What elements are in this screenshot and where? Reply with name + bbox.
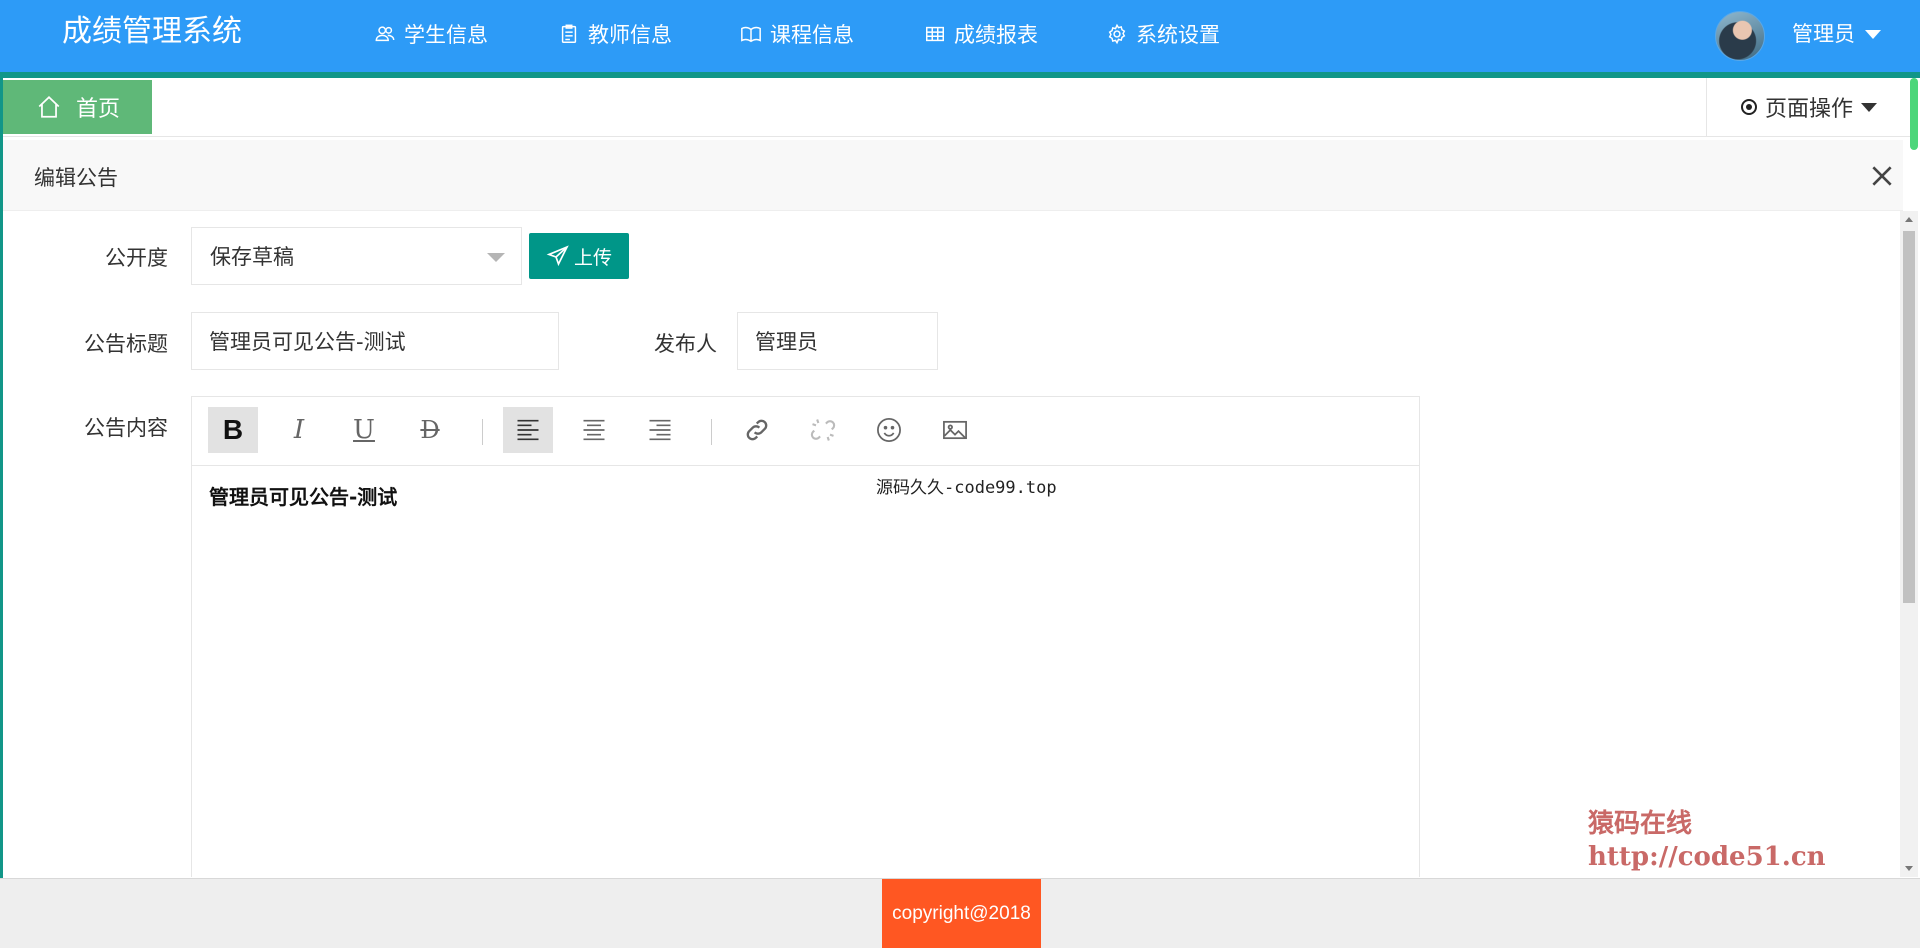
scroll-up-icon[interactable] [1905,217,1913,222]
home-icon [38,96,60,118]
app-brand[interactable]: 成绩管理系统 [62,12,242,52]
user-name: 管理员 [1792,22,1855,46]
book-icon [741,26,761,43]
nav-item-reports[interactable]: 成绩报表 [924,17,1038,51]
publisher-input[interactable] [737,312,938,370]
watermark-line: 猿码在线 [1588,809,1693,839]
editor-toolbar: B I U D [192,397,1419,466]
watermark-text: 源码久久-code99.top [876,478,1057,498]
toolbar-divider [482,419,483,445]
nav-label: 系统设置 [1136,23,1220,47]
align-right-icon[interactable] [635,407,685,453]
gear-icon [1108,23,1126,45]
nav-label: 成绩报表 [954,23,1038,47]
user-avatar[interactable] [1715,11,1765,61]
visibility-value: 保存草稿 [210,245,294,269]
scrollbar-thumb[interactable] [1903,231,1915,603]
align-center-icon[interactable] [569,407,619,453]
align-left-icon[interactable] [503,407,553,453]
title-input[interactable] [191,312,559,370]
toolbar-divider [711,419,712,445]
title-label: 公告标题 [84,332,168,356]
footer: copyright@2018 [0,878,1920,948]
rich-text-editor: B I U D 管理员可见公告-测试 [191,396,1420,877]
italic-icon[interactable]: I [274,407,324,453]
close-icon[interactable] [1869,163,1895,189]
nav-item-students[interactable]: 学生信息 [374,17,488,51]
watermark-corner: 猿码在线 http://code51.cn [1588,808,1826,874]
bold-icon[interactable]: B [208,407,258,453]
underline-icon[interactable]: U [339,407,389,453]
users-icon [375,26,395,42]
strikethrough-icon[interactable]: D [405,407,455,453]
watermark-line: http://code51.cn [1588,842,1826,872]
page-operations-dropdown[interactable]: 页面操作 [1706,78,1912,136]
nav-label: 课程信息 [770,23,854,47]
caret-down-icon [487,253,505,262]
tab-home[interactable]: 首页 [3,80,152,134]
nav-label: 学生信息 [404,23,488,47]
page-operations-label: 页面操作 [1765,97,1854,122]
nav-label: 教师信息 [588,23,672,47]
visibility-label: 公开度 [105,246,168,270]
visibility-select[interactable]: 保存草稿 [191,227,522,285]
scroll-down-icon[interactable] [1905,866,1913,871]
nav-item-teachers[interactable]: 教师信息 [558,17,672,51]
tab-bar: 首页 页面操作 [3,78,1915,137]
table-icon [926,26,944,42]
dialog-body: 公开度 保存草稿 上传 公告标题 发布人 公告内容 B I U D [3,211,1900,877]
user-menu[interactable]: 管理员 [1792,18,1881,48]
dialog-title: 编辑公告 [34,166,118,190]
send-icon [546,245,569,267]
caret-down-icon [1865,29,1881,39]
nav-item-settings[interactable]: 系统设置 [1106,17,1220,51]
clipboard-icon [561,24,577,43]
upload-label: 上传 [573,246,612,269]
editor-content[interactable]: 管理员可见公告-测试 [209,481,397,510]
dialog-scrollbar[interactable] [1900,211,1918,877]
image-icon[interactable] [930,407,980,453]
top-navbar: 成绩管理系统 学生信息 教师信息 课程信息 成绩报表 系统设置 管理员 [0,0,1920,72]
copyright-text: copyright@2018 [882,879,1041,948]
content-label: 公告内容 [84,416,168,440]
target-icon [1741,99,1757,115]
emoji-icon[interactable] [864,407,914,453]
publisher-label: 发布人 [654,332,717,356]
link-icon[interactable] [732,407,782,453]
tab-home-label: 首页 [76,97,121,122]
upload-button[interactable]: 上传 [529,233,629,279]
unlink-icon[interactable] [798,407,848,453]
nav-item-courses[interactable]: 课程信息 [740,17,854,51]
dialog-header: 编辑公告 [3,140,1903,211]
caret-down-icon [1861,102,1878,112]
page-scrollbar[interactable] [1910,78,1918,150]
